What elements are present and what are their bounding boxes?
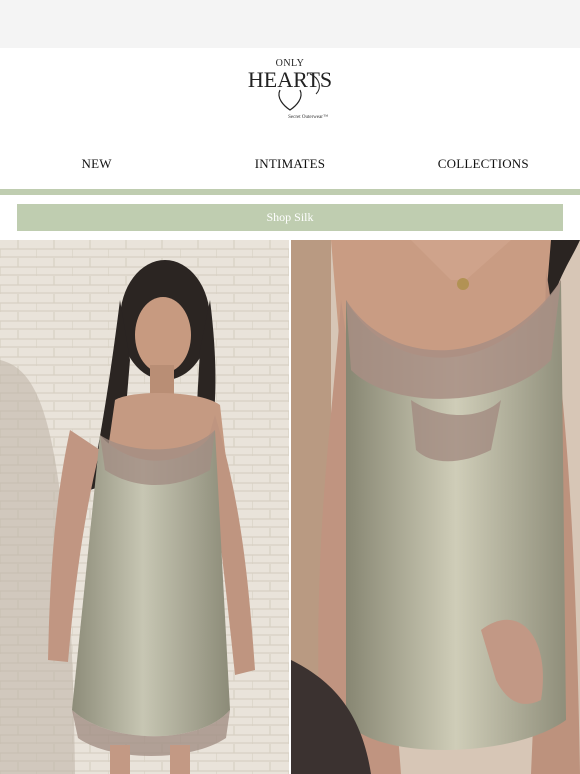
nav-new[interactable]: NEW: [0, 156, 193, 172]
photo-right[interactable]: [291, 240, 580, 774]
photo-grid: [0, 240, 580, 774]
silk-slip-lace-closeup-image: [291, 240, 580, 774]
only-hearts-logo[interactable]: ONLY HEARTS Secret Outerwear™: [240, 54, 340, 122]
model-silk-slip-full-length-image: [0, 240, 289, 774]
svg-text:Secret Outerwear™: Secret Outerwear™: [288, 114, 328, 120]
nav-intimates[interactable]: INTIMATES: [193, 156, 386, 172]
logo-container: ONLY HEARTS Secret Outerwear™: [0, 48, 580, 140]
photo-left[interactable]: [0, 240, 289, 774]
nav-collections[interactable]: COLLECTIONS: [387, 156, 580, 172]
cta-container: Shop Silk: [0, 195, 580, 231]
shop-silk-button[interactable]: Shop Silk: [17, 204, 563, 231]
preheader-bar: [0, 0, 580, 48]
main-navigation: NEW INTIMATES COLLECTIONS: [0, 140, 580, 188]
